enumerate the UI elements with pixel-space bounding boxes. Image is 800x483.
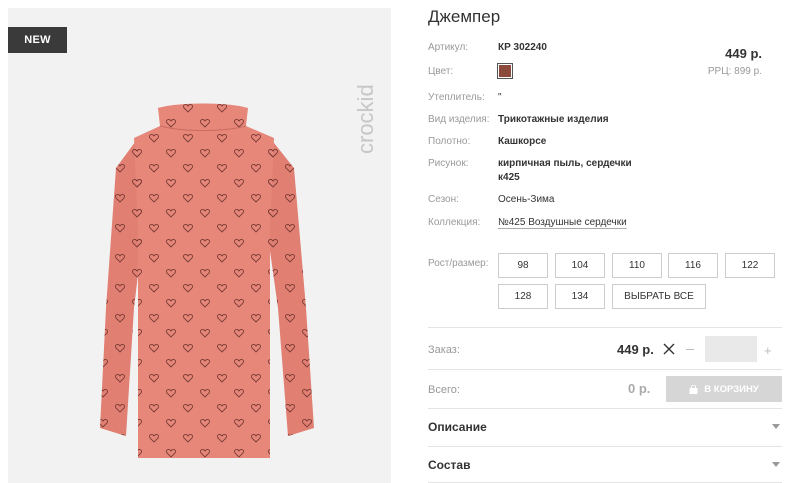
chevron-down-icon[interactable] [772, 462, 780, 467]
divider [428, 369, 782, 370]
article-label: Артикул: [428, 42, 469, 53]
pattern-label: Рисунок: [428, 158, 469, 169]
add-to-cart-label: В КОРЗИНУ [704, 383, 759, 395]
divider [428, 327, 782, 328]
bag-icon [689, 384, 698, 394]
description-accordion-title[interactable]: Описание [428, 420, 487, 434]
size-button-116[interactable]: 116 [668, 253, 718, 278]
collection-link[interactable]: №425 Воздушные сердечки [498, 217, 627, 228]
insulation-label: Утеплитель: [428, 92, 485, 103]
order-price: 449 р. [617, 342, 654, 357]
close-icon[interactable] [663, 343, 675, 355]
quantity-input[interactable] [705, 336, 757, 362]
quantity-increase-button[interactable]: + [764, 343, 772, 358]
size-button-110[interactable]: 110 [612, 253, 662, 278]
article-value: КР 302240 [498, 42, 547, 53]
color-swatch[interactable] [497, 63, 513, 79]
product-photo[interactable]: crockid [8, 8, 391, 483]
composition-accordion-title[interactable]: Состав [428, 458, 470, 472]
fabric-value: Кашкорсе [498, 136, 547, 147]
size-button-104[interactable]: 104 [555, 253, 605, 278]
type-label: Вид изделия: [428, 114, 490, 125]
total-value: 0 р. [628, 381, 651, 396]
quantity-decrease-button[interactable] [686, 349, 694, 350]
new-badge: NEW [8, 27, 67, 53]
recommended-price: РРЦ: 899 р. [707, 66, 762, 77]
type-value: Трикотажные изделия [498, 114, 609, 125]
chevron-down-icon[interactable] [772, 424, 780, 429]
collection-label: Коллекция: [428, 217, 481, 228]
order-label: Заказ: [428, 344, 460, 356]
insulation-value: " [498, 92, 502, 103]
svg-text:crockid: crockid [353, 84, 378, 154]
product-price: 449 р. [725, 46, 762, 61]
size-button-98[interactable]: 98 [498, 253, 548, 278]
size-button-122[interactable]: 122 [725, 253, 775, 278]
add-to-cart-button[interactable]: В КОРЗИНУ [666, 376, 782, 402]
select-all-sizes-button[interactable]: ВЫБРАТЬ ВСЕ [612, 284, 706, 309]
pattern-value-line2: к425 [498, 172, 520, 183]
pattern-value-line1: кирпичная пыль, сердечки [498, 158, 632, 169]
season-value: Осень-Зима [498, 194, 555, 205]
color-label: Цвет: [428, 66, 454, 77]
size-button-134[interactable]: 134 [555, 284, 605, 309]
size-button-128[interactable]: 128 [498, 284, 548, 309]
total-label: Всего: [428, 384, 460, 396]
brand-logo: crockid [353, 84, 378, 154]
size-label: Рост/размер: [428, 258, 489, 269]
product-title: Джемпер [428, 7, 501, 26]
fabric-label: Полотно: [428, 136, 471, 147]
season-label: Сезон: [428, 194, 459, 205]
divider [428, 446, 782, 447]
divider [428, 408, 782, 409]
sweater-image [100, 103, 314, 458]
